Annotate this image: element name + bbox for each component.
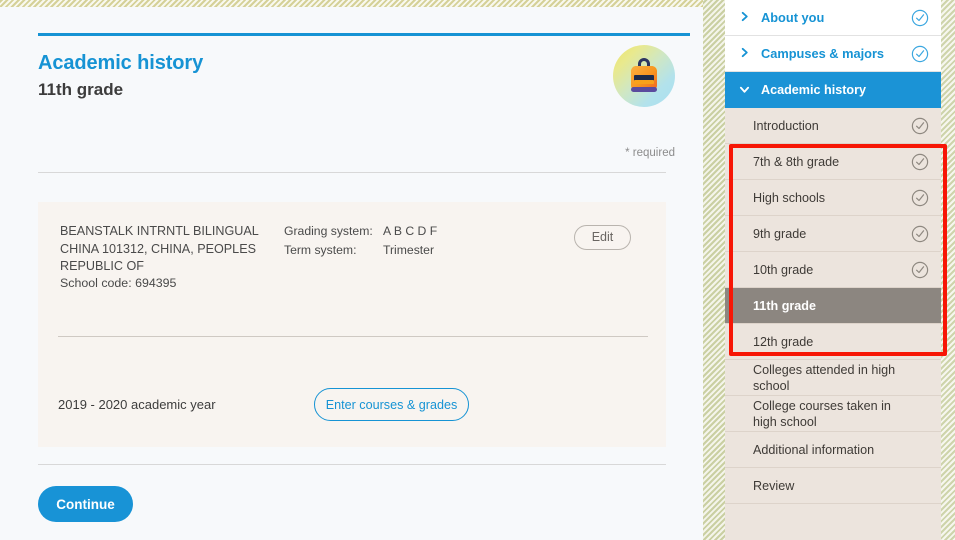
- chevron-down-icon[interactable]: [739, 84, 753, 97]
- sidebar-item-label: 10th grade: [753, 262, 814, 277]
- sidebar-item-high-schools[interactable]: High schools: [725, 180, 941, 216]
- sidebar-item-label: Academic history: [761, 83, 866, 97]
- right-striped-band: [941, 0, 955, 540]
- sidebar-item-label: 9th grade: [753, 226, 807, 241]
- page-header: Academic history 11th grade: [38, 33, 690, 102]
- check-circle-blue-icon: [911, 45, 929, 63]
- footer-divider: [38, 464, 666, 465]
- school-card-bottom: 2019 - 2020 academic year Enter courses …: [38, 357, 666, 442]
- sidebar-item-review[interactable]: Review: [725, 468, 941, 504]
- sidebar-item-label: College courses taken in high school: [753, 398, 891, 429]
- sidebar-item-campuses-majors[interactable]: Campuses & majors: [725, 36, 941, 72]
- backpack-icon: [613, 45, 675, 107]
- term-system-label: Term system:: [284, 243, 357, 257]
- header-divider: [38, 172, 666, 173]
- main-content: Academic history 11th grade * required B…: [0, 7, 703, 540]
- sidebar-item-label: Additional information: [753, 442, 875, 457]
- sidebar-item-label: Introduction: [753, 118, 819, 133]
- check-placeholder: [911, 333, 929, 351]
- continue-button[interactable]: Continue: [38, 486, 133, 522]
- sidebar-item-colleges-attended-in-high-school[interactable]: Colleges attended in high school: [725, 360, 941, 396]
- middle-striped-band: [703, 0, 725, 540]
- check-circle-grey-icon: [911, 189, 929, 207]
- grading-system-value: A B C D F: [383, 224, 438, 238]
- sidebar-item-introduction[interactable]: Introduction: [725, 108, 941, 144]
- check-placeholder: [911, 297, 929, 315]
- sidebar-navigation: About you Campuses & majors Academic histo…: [725, 0, 941, 540]
- school-card-top: BEANSTALK INTRNTL BILINGUAL CHINA 101312…: [38, 202, 666, 330]
- page-title: Academic history: [38, 52, 204, 74]
- sidebar-item-10th-grade[interactable]: 10th grade: [725, 252, 941, 288]
- check-circle-grey-icon: [911, 225, 929, 243]
- chevron-right-icon[interactable]: [739, 11, 753, 24]
- sidebar-item-11th-grade[interactable]: 11th grade: [725, 288, 941, 324]
- term-system-value: Trimester: [383, 243, 435, 257]
- application-window: Academic history 11th grade * required B…: [0, 0, 955, 540]
- check-circle-grey-icon: [911, 261, 929, 279]
- sidebar-item-academic-history[interactable]: Academic history: [725, 72, 941, 108]
- chevron-right-icon[interactable]: [739, 47, 753, 60]
- school-card-divider: [58, 336, 648, 337]
- edit-button[interactable]: Edit: [574, 225, 631, 250]
- sidebar-item-label: Campuses & majors: [761, 46, 885, 61]
- enter-courses-and-grades-button[interactable]: Enter courses & grades: [314, 388, 469, 421]
- sidebar-item-label: Review: [753, 478, 795, 493]
- check-circle-grey-icon: [911, 153, 929, 171]
- check-circle-blue-icon: [911, 9, 929, 27]
- sidebar-item-label: 12th grade: [753, 334, 814, 349]
- grading-system-label: Grading system:: [284, 224, 373, 238]
- sidebar-item-college-courses-taken-in-high-school[interactable]: College courses taken in high school: [725, 396, 941, 432]
- sidebar-item-label: 7th & 8th grade: [753, 154, 840, 169]
- sidebar-item-label: Colleges attended in high school: [753, 362, 896, 393]
- school-card: BEANSTALK INTRNTL BILINGUAL CHINA 101312…: [38, 202, 666, 447]
- sidebar-item-9th-grade[interactable]: 9th grade: [725, 216, 941, 252]
- page-subtitle: 11th grade: [38, 80, 124, 99]
- school-code: School code: 694395: [60, 276, 177, 290]
- sidebar-item-label: 11th grade: [753, 298, 816, 313]
- check-placeholder: [911, 477, 929, 495]
- sidebar-item-additional-information[interactable]: Additional information: [725, 432, 941, 468]
- check-circle-grey-icon: [911, 117, 929, 135]
- check-placeholder: [911, 441, 929, 459]
- sidebar-item-7th-8th-grade[interactable]: 7th & 8th grade: [725, 144, 941, 180]
- check-placeholder: [911, 405, 929, 423]
- sidebar-item-about-you[interactable]: About you: [725, 0, 941, 36]
- school-name: BEANSTALK INTRNTL BILINGUAL CHINA 101312…: [60, 224, 259, 273]
- check-placeholder: [911, 81, 929, 99]
- sidebar-item-label: About you: [761, 10, 825, 25]
- check-placeholder: [911, 369, 929, 387]
- sidebar-item-label: High schools: [753, 190, 826, 205]
- academic-year-label: 2019 - 2020 academic year: [58, 397, 216, 412]
- required-note: * required: [625, 147, 675, 159]
- sidebar-item-12th-grade[interactable]: 12th grade: [725, 324, 941, 360]
